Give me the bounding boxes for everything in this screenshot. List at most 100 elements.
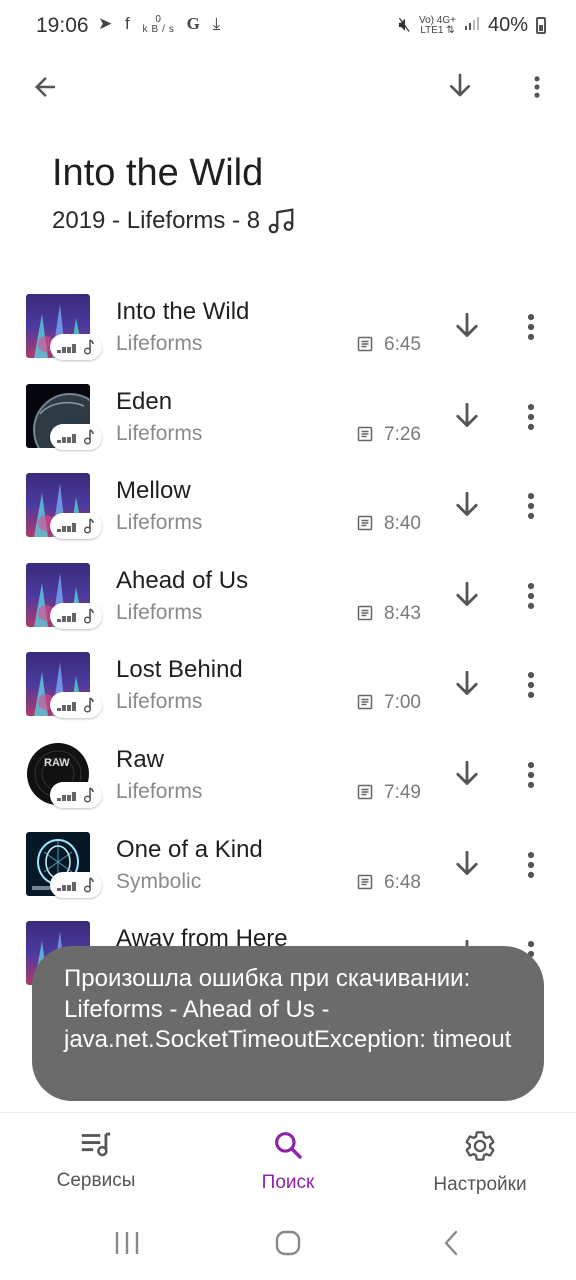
track-duration: 7:00 — [384, 692, 421, 714]
track-download-button[interactable] — [450, 579, 484, 618]
track-title: One of a Kind — [116, 835, 263, 863]
more-vert-icon — [527, 672, 535, 699]
track-badge — [50, 692, 102, 719]
back-button[interactable] — [22, 64, 68, 110]
track-badge — [50, 334, 102, 360]
track-artist: Symbolic — [116, 869, 202, 893]
lyrics-doc-icon — [357, 605, 373, 621]
track-duration: 6:45 — [384, 334, 421, 355]
equalizer-icon — [57, 791, 76, 801]
track-more-button[interactable] — [520, 848, 542, 887]
home-button[interactable] — [261, 1220, 315, 1266]
system-back-button[interactable] — [424, 1220, 478, 1266]
track-row-5[interactable]: Lost Behind Lifeforms 7:00 — [0, 640, 576, 730]
home-icon — [275, 1230, 301, 1256]
equalizer-icon — [57, 433, 76, 443]
notification-icons: ➤ f 0 kB/s G ⤓ — [98, 14, 224, 35]
more-vert-icon — [527, 313, 535, 341]
status-time: 19:06 — [36, 14, 89, 37]
more-vert-icon — [527, 493, 535, 520]
battery-icon — [536, 17, 546, 34]
track-badge — [50, 513, 102, 540]
nav-search-label: Поиск — [261, 1172, 315, 1193]
track-download-button[interactable] — [450, 400, 484, 439]
signal-icon — [464, 14, 480, 37]
queue-music-icon — [81, 1132, 111, 1157]
download-icon — [456, 671, 478, 696]
track-title: Raw — [116, 745, 165, 773]
back-arrow-icon — [35, 77, 55, 97]
track-artist: Lifeforms — [116, 511, 203, 535]
search-icon — [275, 1132, 302, 1159]
svg-text:RAW: RAW — [44, 757, 70, 769]
album-subtitle: 2019 - Lifeforms - 8 — [52, 206, 296, 236]
track-download-button[interactable] — [450, 758, 484, 797]
track-row-6[interactable]: RAW Raw Lifeforms 7:49 — [0, 730, 576, 820]
network-indicator: Vo) 4G+ LTE1 ⇅ — [419, 14, 456, 36]
lyrics-doc-icon — [357, 336, 373, 352]
music-note-icon — [83, 787, 94, 803]
error-toast: Произошла ошибка при скачивании: Lifefor… — [32, 946, 544, 1101]
equalizer-icon — [57, 702, 76, 712]
track-badge — [50, 781, 102, 808]
track-row-2[interactable]: Eden Lifeforms 7:26 — [0, 372, 576, 462]
music-note-icon — [83, 428, 94, 445]
track-duration: 8:40 — [384, 513, 421, 535]
track-row-1[interactable]: Into the Wild Lifeforms 6:45 — [0, 282, 576, 372]
more-vert-icon — [527, 582, 535, 609]
track-more-button[interactable] — [520, 310, 542, 349]
track-download-button[interactable] — [450, 310, 484, 349]
track-download-button[interactable] — [450, 668, 484, 707]
more-vert-icon — [527, 851, 535, 878]
track-title: Mellow — [116, 477, 191, 505]
track-title: Into the Wild — [116, 298, 250, 325]
equalizer-icon — [57, 523, 76, 533]
download-album-button[interactable] — [437, 64, 483, 110]
google-icon: G — [186, 14, 204, 33]
nav-services[interactable]: Сервисы — [16, 1129, 176, 1192]
download-icon — [456, 581, 478, 606]
track-more-button[interactable] — [520, 579, 542, 618]
gear-icon — [465, 1131, 495, 1161]
album-info: 2019 - Lifeforms - 8 — [52, 207, 261, 234]
track-download-button[interactable] — [450, 848, 484, 887]
download-icon — [456, 850, 478, 875]
download-icon — [456, 492, 478, 517]
equalizer-icon — [57, 344, 76, 353]
track-badge — [50, 871, 102, 898]
download-icon — [456, 760, 478, 785]
track-row-4[interactable]: Ahead of Us Lifeforms 8:43 — [0, 551, 576, 641]
track-duration: 7:26 — [384, 423, 421, 445]
recent-apps-button[interactable] — [100, 1220, 154, 1266]
track-title: Eden — [116, 387, 173, 415]
track-row-3[interactable]: Mellow Lifeforms 8:40 — [0, 461, 576, 551]
music-note-icon — [83, 697, 94, 713]
lyrics-doc-icon — [357, 784, 373, 800]
music-note-icon — [268, 208, 294, 234]
track-more-button[interactable] — [520, 668, 542, 707]
system-nav-bar — [0, 1206, 576, 1280]
more-vert-icon — [527, 403, 535, 430]
track-list: Into the Wild Lifeforms 6:45 Eden Lifefo… — [0, 282, 576, 999]
music-note-icon — [83, 339, 94, 355]
track-download-button[interactable] — [450, 489, 484, 528]
notification-apps-icon: ➤ f — [98, 14, 134, 33]
nav-search[interactable]: Поиск — [208, 1129, 368, 1194]
nav-services-label: Сервисы — [56, 1170, 136, 1191]
track-more-button[interactable] — [520, 758, 542, 797]
track-duration: 7:49 — [384, 781, 421, 803]
track-duration: 6:48 — [384, 871, 421, 893]
track-more-button[interactable] — [520, 489, 542, 528]
nav-settings-label: Настройки — [433, 1174, 527, 1195]
lyrics-doc-icon — [357, 695, 373, 710]
more-options-button[interactable] — [514, 64, 560, 110]
track-row-7[interactable]: One of a Kind Symbolic 6:48 — [0, 820, 576, 910]
mute-icon: 🔇︎ — [398, 14, 411, 36]
music-note-icon — [83, 876, 94, 893]
battery-percent: 40% — [487, 14, 528, 36]
nav-settings[interactable]: Настройки — [400, 1129, 560, 1196]
track-more-button[interactable] — [520, 400, 542, 439]
track-duration: 8:43 — [384, 602, 421, 624]
bottom-nav: Сервисы Поиск Настройки — [0, 1112, 576, 1207]
track-artist: Lifeforms — [116, 600, 203, 624]
